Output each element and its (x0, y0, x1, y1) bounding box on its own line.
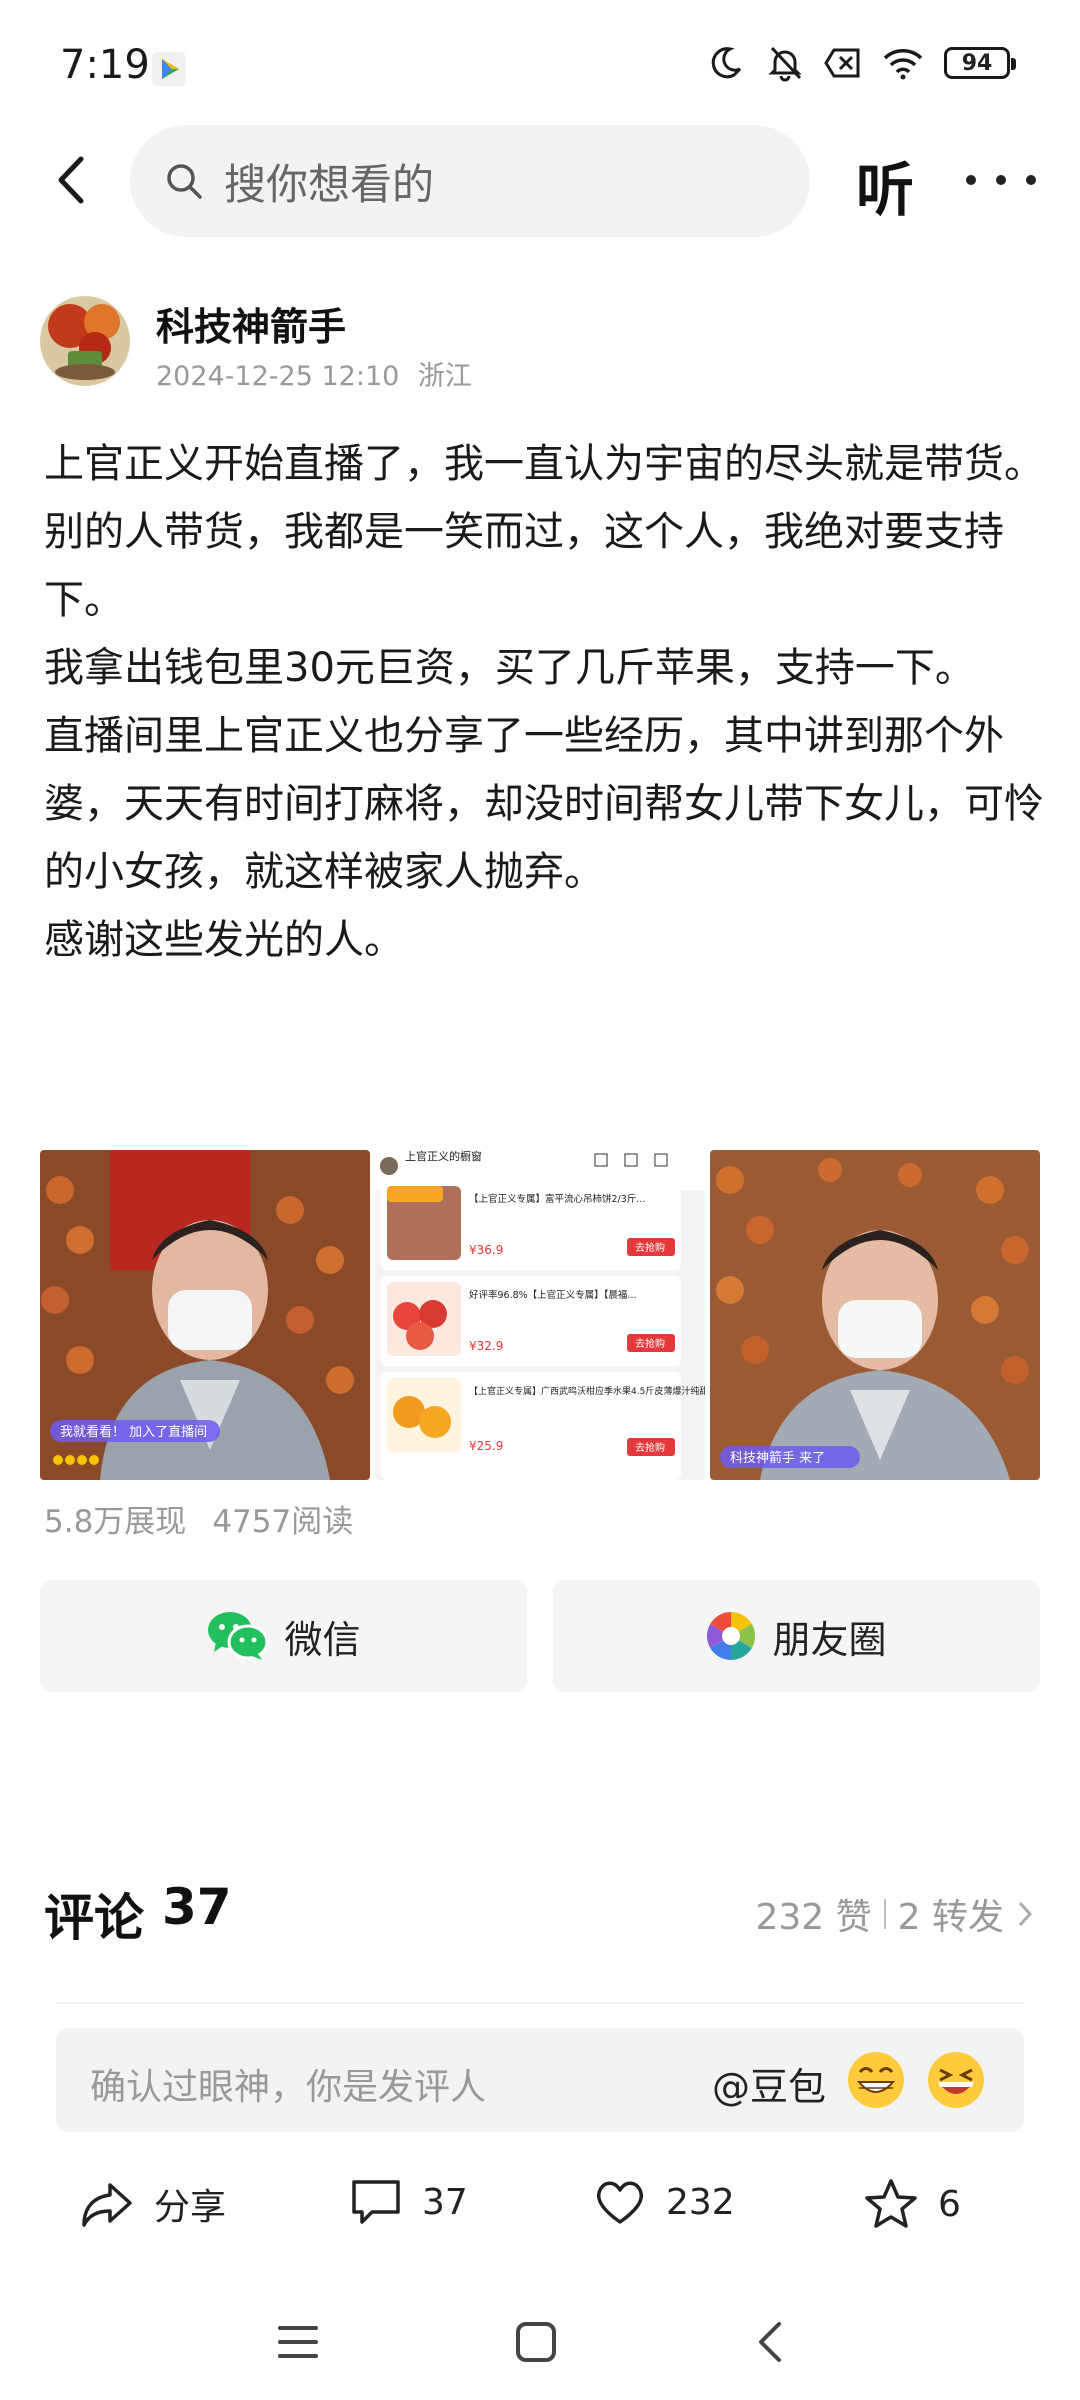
heart-icon (596, 2181, 644, 2224)
post-paragraph: 别的人带货，我都是一笑而过，这个人，我绝对要支持下。 (44, 509, 1004, 623)
comment-bubble-icon (352, 2180, 400, 2224)
shop-title: 上官正义的橱窗 (405, 1150, 482, 1163)
engagement-summary[interactable]: 232 赞 2 转发 (755, 1888, 1034, 1940)
post-paragraph: 我拿出钱包里30元巨资，买了几斤苹果，支持一下。 (44, 645, 975, 691)
menu-nav-button[interactable] (268, 2312, 328, 2372)
product-title: 【上官正义专属】富平流心吊柿饼2/3斤... (469, 1193, 645, 1205)
post-stats: 5.8万展现 4757阅读 (44, 1496, 353, 1541)
read-count: 4757阅读 (212, 1504, 354, 1540)
search-icon (167, 164, 202, 199)
dot-icon (966, 175, 976, 185)
listen-button[interactable]: 听 (856, 143, 914, 227)
product-price: ¥32.9 (469, 1339, 503, 1353)
post-paragraph: 直播间里上官正义也分享了一些经历，其中讲到那个外婆，天天有时间打麻将，却没时间帮… (44, 713, 1044, 895)
more-options-button[interactable] (966, 155, 1036, 205)
image-3-caption: 科技神箭手 来了 (730, 1450, 825, 1466)
share-action-label: 分享 (154, 2187, 227, 2228)
grin-emoji-icon[interactable] (846, 2050, 906, 2110)
buy-button: 去抢购 (635, 1441, 665, 1454)
close-box-icon (824, 48, 860, 78)
divider (56, 2002, 1024, 2004)
like-action[interactable]: 232 (594, 2178, 735, 2226)
home-square-icon (516, 2322, 556, 2362)
back-chevron-icon (759, 2322, 781, 2362)
post-image-2[interactable]: 上官正义的橱窗 【上官正义专属】富平流心吊柿饼2/3斤... ¥36.9 去抢购… (375, 1150, 705, 1480)
product-title: 【上官正义专属】广西武鸣沃柑应季水果4.5斤皮薄爆汁纯甜 新鲜现摘 (469, 1385, 705, 1397)
product-price: ¥36.9 (469, 1243, 503, 1257)
comments-count: 37 (162, 1878, 232, 1936)
post-image-3[interactable]: 科技神箭手 来了 (710, 1150, 1040, 1480)
favorite-action[interactable]: 6 (864, 2178, 961, 2230)
comments-label: 评论 (44, 1889, 144, 1947)
forwards-summary: 2 转发 (897, 1897, 1004, 1938)
avatar[interactable] (40, 296, 130, 386)
share-wechat-button[interactable]: 微信 (40, 1580, 527, 1692)
post-location: 浙江 (417, 361, 472, 392)
comment-placeholder: 确认过眼神，你是发评人 (90, 2067, 487, 2108)
comment-input[interactable]: 确认过眼神，你是发评人 @豆包 (56, 2028, 1024, 2132)
at-doubao-button[interactable]: @豆包 (712, 2056, 826, 2111)
laugh-emoji-icon[interactable] (926, 2050, 986, 2110)
action-bar: 分享 37 232 6 (0, 2160, 1080, 2260)
product-title: 好评率96.8%【上官正义专属】【晨福... (469, 1289, 637, 1301)
menu-icon (278, 2326, 318, 2358)
author-header: 科技神箭手 2024-12-25 12:10 浙江 (40, 296, 1040, 396)
play-store-icon (152, 52, 186, 86)
status-time: 7:19 (60, 42, 150, 88)
likes-summary: 232 赞 (755, 1897, 872, 1938)
image-1-caption: 我就看看！ 加入了直播间 (60, 1424, 207, 1440)
author-meta: 2024-12-25 12:10 浙江 (156, 354, 472, 393)
like-action-count: 232 (666, 2181, 735, 2223)
comments-header: 评论 37 232 赞 2 转发 (44, 1878, 1034, 1948)
wifi-icon (883, 49, 923, 80)
mute-icon (768, 46, 802, 82)
moments-icon (707, 1612, 756, 1660)
dot-icon (1026, 175, 1036, 185)
post-content: 上官正义开始直播了，我一直认为宇宙的尽头就是带货。 别的人带货，我都是一笑而过，… (44, 430, 1044, 974)
home-nav-button[interactable] (506, 2312, 566, 2372)
search-input[interactable]: 搜你想看的 (130, 125, 810, 237)
share-wechat-label: 微信 (284, 1617, 361, 1662)
comments-title: 评论 37 (44, 1878, 232, 1950)
comment-action-count: 37 (422, 2181, 468, 2223)
comment-action[interactable]: 37 (350, 2178, 468, 2226)
favorite-action-count: 6 (938, 2183, 961, 2225)
share-arrow-icon (82, 2183, 132, 2227)
share-moments-button[interactable]: 朋友圈 (553, 1580, 1040, 1692)
share-row: 微信 朋友圈 (40, 1580, 1040, 1692)
post-paragraph: 感谢这些发光的人。 (44, 917, 404, 963)
back-nav-button[interactable] (740, 2312, 800, 2372)
product-price: ¥25.9 (469, 1439, 503, 1453)
back-button[interactable] (40, 145, 100, 215)
author-name[interactable]: 科技神箭手 (156, 296, 346, 351)
buy-button: 去抢购 (635, 1241, 665, 1254)
status-icons: 94 (710, 44, 1016, 82)
share-moments-label: 朋友圈 (772, 1617, 887, 1662)
image-grid: 我就看看！ 加入了直播间 上官正义的橱窗 【上官正义专属】富平流心吊柿饼2/3斤… (40, 1150, 1040, 1480)
view-count: 5.8万展现 (44, 1504, 187, 1540)
post-date: 2024-12-25 12:10 (156, 361, 400, 392)
post-image-1[interactable]: 我就看看！ 加入了直播间 (40, 1150, 370, 1480)
star-icon (865, 2179, 917, 2228)
divider (883, 1899, 886, 1929)
status-bar: 7:19 94 (0, 0, 1080, 140)
moon-icon (711, 47, 742, 79)
share-action[interactable]: 分享 (80, 2178, 226, 2230)
system-nav-bar (0, 2290, 1080, 2400)
post-paragraph: 上官正义开始直播了，我一直认为宇宙的尽头就是带货。 (44, 441, 1044, 487)
battery-icon: 94 (944, 47, 1016, 79)
buy-button: 去抢购 (635, 1337, 665, 1350)
back-arrow-icon (58, 156, 84, 204)
dot-icon (996, 175, 1006, 185)
wechat-icon (208, 1612, 269, 1660)
search-placeholder: 搜你想看的 (224, 159, 435, 209)
chevron-right-icon (1018, 1901, 1033, 1927)
top-bar: 搜你想看的 听 (0, 125, 1080, 240)
